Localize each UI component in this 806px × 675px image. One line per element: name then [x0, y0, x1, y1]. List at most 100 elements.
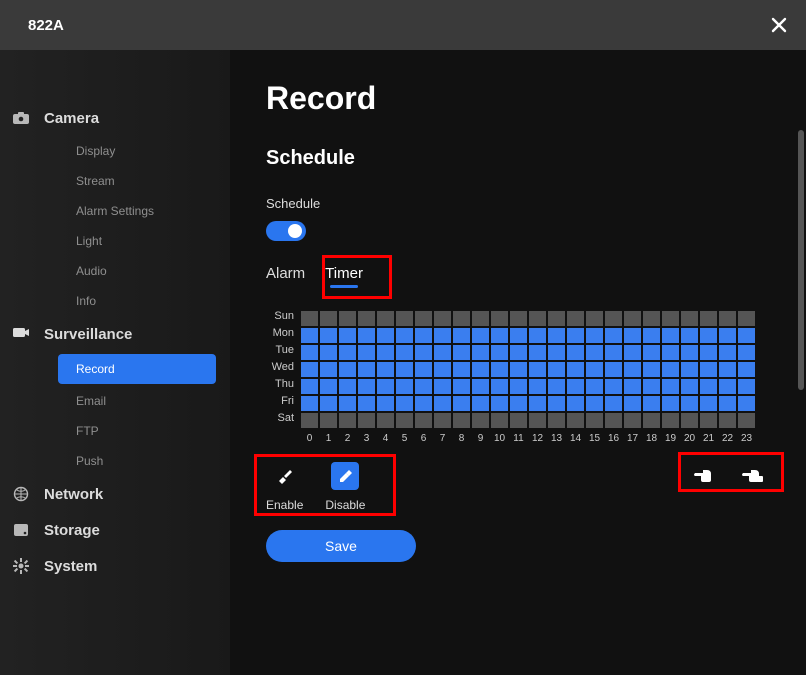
- grid-cell[interactable]: [718, 344, 737, 361]
- grid-cell[interactable]: [471, 344, 490, 361]
- grid-cell[interactable]: [547, 310, 566, 327]
- grid-cell[interactable]: [718, 378, 737, 395]
- grid-cell[interactable]: [642, 310, 661, 327]
- sidebar-item-system[interactable]: System: [0, 548, 230, 584]
- grid-cell[interactable]: [357, 344, 376, 361]
- grid-cell[interactable]: [376, 327, 395, 344]
- grid-cell[interactable]: [585, 395, 604, 412]
- grid-cell[interactable]: [509, 412, 528, 429]
- grid-cell[interactable]: [509, 361, 528, 378]
- grid-cell[interactable]: [718, 361, 737, 378]
- grid-cell[interactable]: [604, 310, 623, 327]
- grid-cell[interactable]: [623, 344, 642, 361]
- grid-cell[interactable]: [680, 378, 699, 395]
- grid-cell[interactable]: [547, 327, 566, 344]
- grid-cell[interactable]: [623, 395, 642, 412]
- grid-cell[interactable]: [699, 310, 718, 327]
- grid-row[interactable]: [300, 327, 756, 344]
- sidebar-sub-push[interactable]: Push: [0, 446, 230, 476]
- grid-cell[interactable]: [566, 378, 585, 395]
- grid-cell[interactable]: [452, 327, 471, 344]
- grid-cell[interactable]: [300, 361, 319, 378]
- grid-cell[interactable]: [699, 378, 718, 395]
- grid-cell[interactable]: [623, 327, 642, 344]
- grid-cell[interactable]: [604, 412, 623, 429]
- grid-cell[interactable]: [528, 412, 547, 429]
- grid-cell[interactable]: [433, 361, 452, 378]
- grid-cell[interactable]: [547, 378, 566, 395]
- grid-cell[interactable]: [528, 395, 547, 412]
- scrollbar[interactable]: [798, 50, 804, 675]
- grid-cell[interactable]: [319, 395, 338, 412]
- grid-cell[interactable]: [642, 327, 661, 344]
- grid-cell[interactable]: [528, 327, 547, 344]
- grid-cell[interactable]: [357, 361, 376, 378]
- grid-cell[interactable]: [566, 361, 585, 378]
- grid-cell[interactable]: [528, 310, 547, 327]
- grid-cell[interactable]: [300, 310, 319, 327]
- grid-cell[interactable]: [585, 344, 604, 361]
- grid-cell[interactable]: [490, 378, 509, 395]
- grid-cell[interactable]: [547, 412, 566, 429]
- grid-cell[interactable]: [433, 412, 452, 429]
- grid-cell[interactable]: [699, 412, 718, 429]
- grid-cell[interactable]: [452, 412, 471, 429]
- grid-cell[interactable]: [642, 361, 661, 378]
- grid-cell[interactable]: [509, 327, 528, 344]
- sidebar-sub-alarm-settings[interactable]: Alarm Settings: [0, 196, 230, 226]
- grid-cell[interactable]: [661, 361, 680, 378]
- grid-cell[interactable]: [566, 395, 585, 412]
- sidebar-sub-email[interactable]: Email: [0, 386, 230, 416]
- sidebar-sub-stream[interactable]: Stream: [0, 166, 230, 196]
- grid-cell[interactable]: [699, 361, 718, 378]
- grid-cell[interactable]: [585, 310, 604, 327]
- grid-cell[interactable]: [338, 344, 357, 361]
- grid-cell[interactable]: [414, 378, 433, 395]
- grid-cell[interactable]: [338, 361, 357, 378]
- grid-cell[interactable]: [452, 310, 471, 327]
- grid-cell[interactable]: [319, 344, 338, 361]
- grid-cell[interactable]: [566, 344, 585, 361]
- grid-cell[interactable]: [433, 395, 452, 412]
- grid-cell[interactable]: [414, 344, 433, 361]
- grid-cell[interactable]: [699, 327, 718, 344]
- grid-cell[interactable]: [376, 395, 395, 412]
- grid-cell[interactable]: [471, 378, 490, 395]
- grid-cell[interactable]: [433, 378, 452, 395]
- grid-cell[interactable]: [338, 378, 357, 395]
- sidebar-sub-display[interactable]: Display: [0, 136, 230, 166]
- grid-cell[interactable]: [604, 378, 623, 395]
- grid-cell[interactable]: [566, 412, 585, 429]
- grid-cell[interactable]: [566, 310, 585, 327]
- grid-cell[interactable]: [414, 310, 433, 327]
- grid-cell[interactable]: [509, 378, 528, 395]
- grid-cell[interactable]: [737, 327, 756, 344]
- grid-cell[interactable]: [547, 361, 566, 378]
- schedule-grid[interactable]: [300, 310, 756, 429]
- grid-cell[interactable]: [376, 412, 395, 429]
- grid-cell[interactable]: [623, 378, 642, 395]
- grid-cell[interactable]: [471, 395, 490, 412]
- grid-cell[interactable]: [604, 361, 623, 378]
- copy-to-button[interactable]: [738, 462, 766, 486]
- grid-cell[interactable]: [376, 344, 395, 361]
- grid-cell[interactable]: [319, 327, 338, 344]
- sidebar-item-storage[interactable]: Storage: [0, 512, 230, 548]
- grid-cell[interactable]: [680, 310, 699, 327]
- grid-cell[interactable]: [357, 395, 376, 412]
- grid-cell[interactable]: [357, 310, 376, 327]
- grid-cell[interactable]: [357, 327, 376, 344]
- grid-cell[interactable]: [490, 412, 509, 429]
- grid-cell[interactable]: [585, 378, 604, 395]
- grid-cell[interactable]: [338, 395, 357, 412]
- grid-cell[interactable]: [623, 310, 642, 327]
- grid-cell[interactable]: [718, 310, 737, 327]
- grid-cell[interactable]: [319, 361, 338, 378]
- grid-cell[interactable]: [737, 412, 756, 429]
- grid-cell[interactable]: [604, 327, 623, 344]
- grid-cell[interactable]: [490, 310, 509, 327]
- grid-cell[interactable]: [642, 378, 661, 395]
- grid-cell[interactable]: [452, 344, 471, 361]
- grid-cell[interactable]: [433, 344, 452, 361]
- grid-cell[interactable]: [395, 395, 414, 412]
